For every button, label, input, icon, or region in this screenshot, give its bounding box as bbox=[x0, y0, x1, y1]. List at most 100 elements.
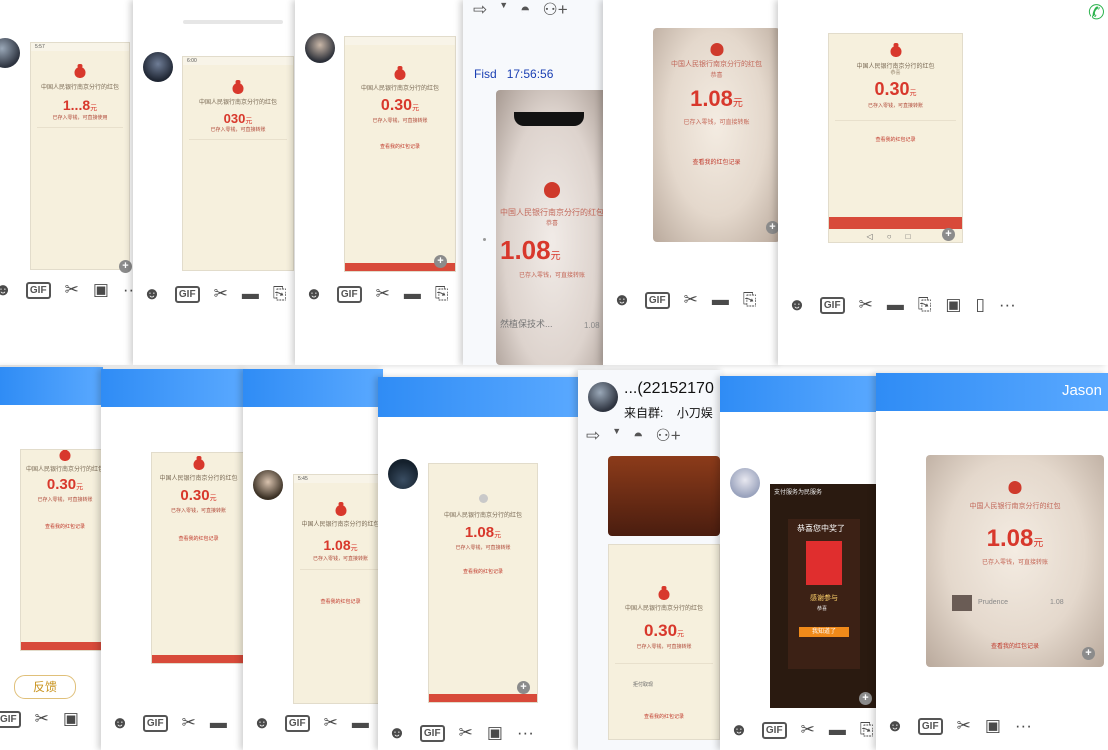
scissors-icon[interactable]: ✂ bbox=[182, 713, 196, 733]
screenshot-icon[interactable]: ⎘ bbox=[273, 284, 287, 304]
zoom-icon[interactable]: + bbox=[942, 228, 955, 241]
contact-avatar[interactable] bbox=[588, 382, 618, 412]
dropdown-icon[interactable]: ▼ bbox=[499, 0, 508, 20]
records-link[interactable]: 查看我的红包记录 bbox=[21, 523, 103, 530]
folder-icon[interactable]: ▬ bbox=[887, 295, 904, 315]
red-packet-screenshot[interactable]: 5:57 中国人民银行南京分行的红包 1...8元 已存入零钱，可直接使用 bbox=[30, 42, 130, 270]
more-icon[interactable]: ··· bbox=[123, 280, 133, 300]
add-member-icon[interactable]: ⚇+ bbox=[542, 0, 567, 20]
red-packet-screenshot[interactable]: 6:00 中国人民银行南京分行的红包 030元 已存入零钱，可直接转账 bbox=[182, 56, 294, 271]
scissors-icon[interactable]: ✂ bbox=[957, 716, 971, 736]
gif-icon[interactable]: GIF bbox=[761, 721, 787, 739]
scissors-icon[interactable]: ✂ bbox=[859, 295, 873, 315]
avatar[interactable] bbox=[0, 38, 20, 68]
add-icon[interactable]: + bbox=[434, 255, 447, 268]
red-packet-photo[interactable]: 中国人民银行南京分行的红包 恭喜 1.08元 已存入零钱，可直接转账 然植保技术… bbox=[496, 90, 605, 365]
prize-screenshot[interactable]: 支付服务为民服务 恭喜您中奖了 感谢参与 恭喜 我知道了 bbox=[770, 484, 878, 708]
gif-icon[interactable]: GIF bbox=[0, 710, 21, 728]
screenshot-icon[interactable]: ⎘ bbox=[860, 720, 874, 740]
phone-call-icon[interactable]: ✆ bbox=[1088, 0, 1105, 25]
game-screenshot[interactable] bbox=[608, 456, 720, 536]
emoji-icon[interactable]: ☻ bbox=[730, 720, 748, 740]
records-link[interactable]: 查看我的红包记录 bbox=[609, 713, 719, 720]
folder-icon[interactable]: ▬ bbox=[210, 713, 227, 733]
feedback-badge[interactable]: 反馈 bbox=[14, 675, 76, 699]
records-link[interactable]: 查看我的红包记录 bbox=[345, 143, 455, 150]
avatar[interactable] bbox=[730, 468, 760, 498]
gif-icon[interactable]: GIF bbox=[25, 281, 51, 299]
scissors-icon[interactable]: ✂ bbox=[684, 290, 698, 310]
gif-icon[interactable]: GIF bbox=[917, 717, 943, 735]
add-icon[interactable]: + bbox=[119, 260, 132, 273]
scissors-icon[interactable]: ✂ bbox=[324, 713, 338, 733]
red-packet-screenshot[interactable]: 5:45 中国人民银行南京分行的红包 1.08元 已存入零钱，可直接转账 查看我… bbox=[293, 474, 383, 704]
folder-icon[interactable]: ▬ bbox=[829, 720, 846, 740]
more-icon[interactable]: ··· bbox=[1015, 716, 1032, 736]
red-packet-screenshot[interactable]: 中国人民银行南京分行的红包 1.08元 已存入零钱，可直接转账 查看我的红包记录 bbox=[428, 463, 538, 703]
scissors-icon[interactable]: ✂ bbox=[214, 284, 228, 304]
emoji-icon[interactable]: ☻ bbox=[613, 290, 631, 310]
image-icon[interactable]: ▣ bbox=[487, 723, 503, 743]
share-icon[interactable]: ⇨ bbox=[586, 426, 600, 446]
scissors-icon[interactable]: ✂ bbox=[376, 284, 390, 304]
voice-icon[interactable]: ◓ bbox=[633, 426, 643, 446]
red-packet-photo[interactable]: 中国人民银行南京分行的红包 恭喜 1.08元 已存入零钱，可直接转账 查看我的红… bbox=[653, 28, 780, 242]
records-link[interactable]: 查看我的红包记录 bbox=[829, 136, 962, 143]
folder-icon[interactable]: ▬ bbox=[242, 284, 259, 304]
records-link[interactable]: 查看我的红包记录 bbox=[429, 568, 537, 575]
more-icon[interactable]: ··· bbox=[517, 723, 534, 743]
red-packet-screenshot[interactable]: 中国人民银行南京分行的红包 0.30元 已存入零钱，可直接转账 查看我的红包记录 bbox=[20, 449, 103, 651]
dropdown-icon[interactable]: ▼ bbox=[612, 426, 621, 446]
avatar[interactable] bbox=[143, 52, 173, 82]
more-icon[interactable]: ··· bbox=[999, 295, 1016, 315]
emoji-icon[interactable]: ☻ bbox=[0, 280, 12, 300]
folder-icon[interactable]: ▬ bbox=[404, 284, 421, 304]
add-icon[interactable]: + bbox=[517, 681, 530, 694]
records-link[interactable]: 查看我的红包记录 bbox=[294, 598, 383, 605]
avatar[interactable] bbox=[388, 459, 418, 489]
image-icon[interactable]: ▣ bbox=[63, 709, 79, 729]
gif-icon[interactable]: GIF bbox=[284, 714, 310, 732]
shake-icon[interactable]: ▯ bbox=[975, 295, 984, 315]
add-icon[interactable]: + bbox=[859, 692, 872, 705]
scissors-icon[interactable]: ✂ bbox=[65, 280, 79, 300]
emoji-icon[interactable]: ☻ bbox=[143, 284, 161, 304]
scissors-icon[interactable]: ✂ bbox=[35, 709, 49, 729]
voice-icon[interactable]: ◓ bbox=[520, 0, 530, 20]
records-link[interactable]: 查看我的红包记录 bbox=[152, 535, 245, 542]
emoji-icon[interactable]: ☻ bbox=[886, 716, 904, 736]
prize-button[interactable]: 我知道了 bbox=[799, 627, 849, 637]
records-link[interactable]: 查看我的红包记录 bbox=[926, 641, 1104, 650]
emoji-icon[interactable]: ☻ bbox=[788, 295, 806, 315]
screenshot-icon[interactable]: ⎘ bbox=[743, 290, 757, 310]
red-packet-screenshot[interactable]: 中国人民银行南京分行的红包 0.30元 已存入零钱，可直接转账 查看我的红包记录 bbox=[151, 452, 246, 664]
folder-icon[interactable]: ▬ bbox=[352, 713, 369, 733]
scissors-icon[interactable]: ✂ bbox=[801, 720, 815, 740]
avatar[interactable] bbox=[253, 470, 283, 500]
records-link[interactable]: 查看我的红包记录 bbox=[653, 157, 780, 166]
gif-icon[interactable]: GIF bbox=[419, 724, 445, 742]
folder-icon[interactable]: ▬ bbox=[712, 290, 729, 310]
screenshot-icon[interactable]: ⎘ bbox=[435, 284, 449, 304]
emoji-icon[interactable]: ☻ bbox=[305, 284, 323, 304]
image-icon[interactable]: ▣ bbox=[945, 295, 961, 315]
avatar[interactable] bbox=[305, 33, 335, 63]
gif-icon[interactable]: GIF bbox=[819, 296, 845, 314]
red-packet-screenshot[interactable]: 中国人民银行南京分行的红包 0.30元 已存入零钱，可直接转账 查看我的红包记录 bbox=[344, 36, 456, 272]
share-icon[interactable]: ⇨ bbox=[473, 0, 487, 20]
red-packet-screenshot[interactable]: 中国人民银行南京分行的红包 恭喜 0.30元 已存入零钱，可直接转账 查看我的红… bbox=[828, 33, 963, 243]
red-packet-screenshot[interactable]: 中国人民银行南京分行的红包 0.30元 已存入零钱，可直接转账 拒付取现 查看我… bbox=[608, 544, 720, 740]
gif-icon[interactable]: GIF bbox=[644, 291, 670, 309]
screenshot-icon[interactable]: ⎘ bbox=[918, 295, 932, 315]
image-icon[interactable]: ▣ bbox=[93, 280, 109, 300]
red-packet-photo[interactable]: 中国人民银行南京分行的红包 1.08元 已存入零钱，可直接转账 Prudence… bbox=[926, 455, 1104, 667]
emoji-icon[interactable]: ☻ bbox=[111, 713, 129, 733]
emoji-icon[interactable]: ☻ bbox=[388, 723, 406, 743]
add-member-icon[interactable]: ⚇+ bbox=[655, 426, 680, 446]
scissors-icon[interactable]: ✂ bbox=[459, 723, 473, 743]
gif-icon[interactable]: GIF bbox=[174, 285, 200, 303]
gif-icon[interactable]: GIF bbox=[336, 285, 362, 303]
gif-icon[interactable]: GIF bbox=[142, 714, 168, 732]
image-icon[interactable]: ▣ bbox=[985, 716, 1001, 736]
add-icon[interactable]: + bbox=[1082, 647, 1095, 660]
